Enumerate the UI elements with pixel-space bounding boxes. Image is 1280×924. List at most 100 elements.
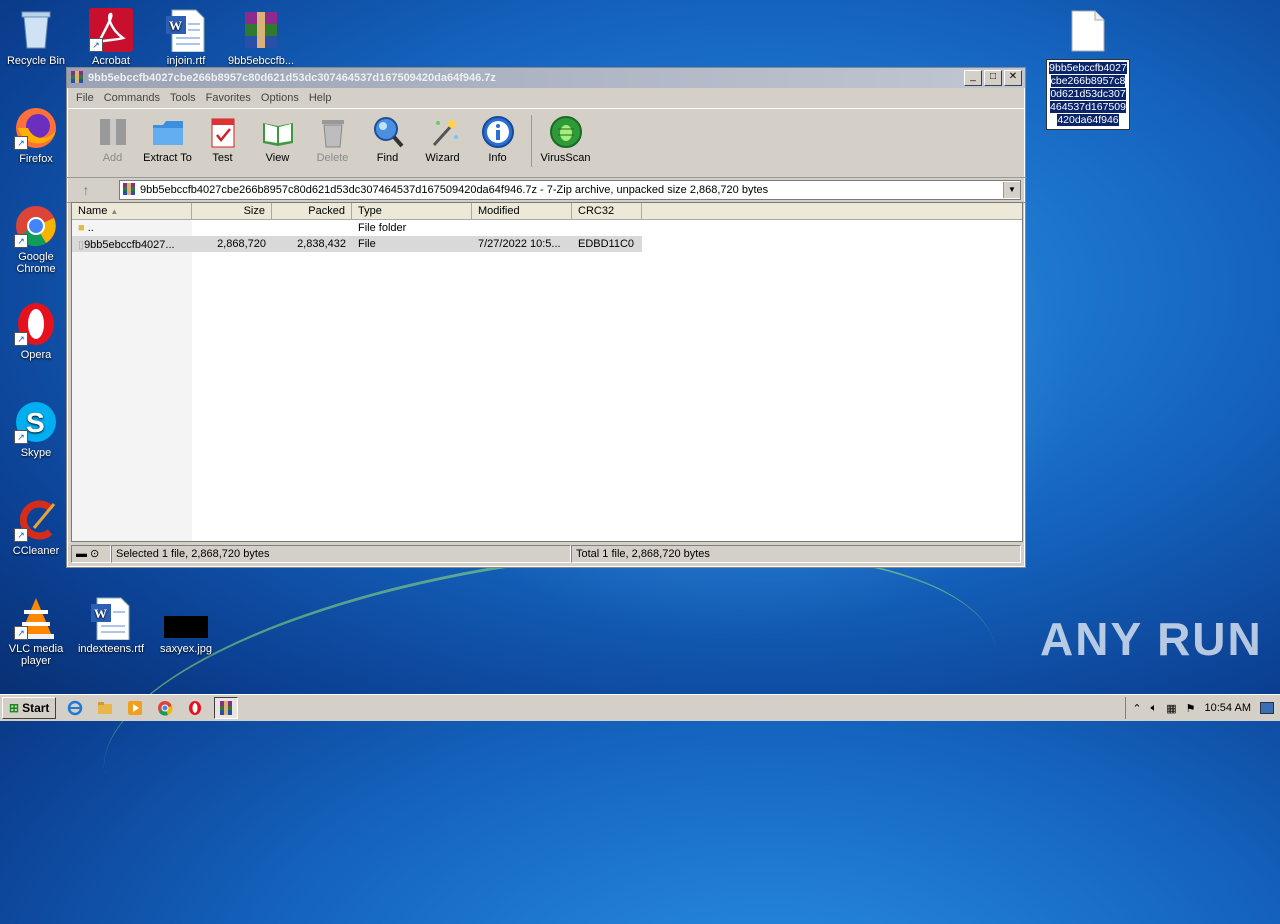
column-header-type[interactable]: Type [352, 203, 472, 219]
address-text: 9bb5ebccfb4027cbe266b8957c80d621d53dc307… [140, 184, 769, 196]
title-bar[interactable]: 9bb5ebccfb4027cbe266b8957c80d621d53dc307… [67, 68, 1025, 88]
menu-file[interactable]: File [76, 92, 94, 104]
desktop-icon-label: Acrobat [92, 55, 130, 67]
column-header-crc32[interactable]: CRC32 [572, 203, 642, 219]
toolbar-separator [531, 115, 532, 167]
menu-bar: File Commands Tools Favorites Options He… [67, 88, 1025, 108]
clock[interactable]: 10:54 AM [1205, 702, 1251, 714]
row-type: File [358, 238, 376, 250]
extract-to-button[interactable]: Extract To [140, 115, 195, 164]
name-column-background [72, 220, 192, 541]
list-header: Name ▲ Size Packed Type Modified CRC32 [72, 203, 1022, 220]
desktop-icon-acrobat[interactable]: ↗ Acrobat [75, 8, 147, 67]
table-row[interactable]: ■ .. File folder [72, 220, 1022, 236]
column-header-packed[interactable]: Packed [272, 203, 352, 219]
find-icon [371, 115, 405, 149]
view-icon [261, 115, 295, 149]
wizard-button[interactable]: Wizard [415, 115, 470, 164]
chevron-down-icon[interactable]: ▼ [1003, 182, 1020, 198]
file-list[interactable]: Name ▲ Size Packed Type Modified CRC32 ■… [71, 202, 1023, 542]
flag-icon[interactable]: ⚑ [1186, 702, 1196, 715]
media-player-icon[interactable] [124, 698, 146, 718]
windows-logo-icon: ⊞ [9, 701, 20, 715]
close-button[interactable]: ✕ [1004, 70, 1022, 86]
opera-icon[interactable] [184, 698, 206, 718]
tray-expand-icon[interactable]: ⌃ [1132, 702, 1141, 715]
menu-commands[interactable]: Commands [104, 92, 160, 104]
drive-icon[interactable]: ▬ ⊙ [71, 545, 111, 563]
skype-icon: S ↗ [14, 400, 58, 444]
desktop-icon-opera[interactable]: ↗ Opera [0, 302, 72, 361]
wizard-label: Wizard [425, 152, 460, 164]
shortcut-arrow-icon: ↗ [89, 38, 103, 52]
address-bar: ↑ 9bb5ebccfb4027cbe266b8957c80d621d53dc3… [67, 178, 1025, 203]
wizard-icon [426, 115, 460, 149]
column-header-modified[interactable]: Modified [472, 203, 572, 219]
desktop-icon-label: Google Chrome [16, 251, 56, 275]
winrar-taskbar-icon[interactable] [214, 697, 239, 719]
menu-favorites[interactable]: Favorites [206, 92, 251, 104]
show-desktop-icon[interactable] [1260, 702, 1274, 714]
column-header-name[interactable]: Name ▲ [72, 203, 192, 219]
find-label: Find [376, 152, 399, 164]
desktop-icon-label: VLC media player [8, 643, 64, 667]
up-folder-icon[interactable]: ↑ [71, 182, 101, 198]
internet-explorer-icon[interactable] [64, 698, 86, 718]
sort-ascending-icon: ▲ [110, 207, 119, 216]
volume-icon[interactable]: 🔈︎ [1151, 702, 1158, 715]
find-button[interactable]: Find [360, 115, 415, 164]
window-title: 9bb5ebccfb4027cbe266b8957c80d621d53dc307… [88, 72, 496, 84]
desktop-icon-recycle-bin[interactable]: Recycle Bin [0, 8, 72, 67]
virusscan-icon [549, 115, 583, 149]
column-header-size[interactable]: Size [192, 203, 272, 219]
desktop-icon-selected-file[interactable]: 9bb5ebccfb4027cbe266b8957c80d621d53dc307… [1046, 10, 1130, 130]
system-tray: ⌃ 🔈︎ ▦ ⚑ 10:54 AM [1125, 697, 1280, 719]
desktop-icon-label: Recycle Bin [6, 55, 66, 67]
network-icon[interactable]: ▦ [1166, 702, 1176, 715]
column-header-name-label: Name [78, 205, 108, 217]
start-button[interactable]: ⊞ Start [2, 697, 57, 719]
acrobat-icon: ↗ [89, 8, 133, 52]
desktop-icon-saxyex-jpg[interactable]: saxyex.jpg [150, 596, 222, 655]
opera-icon: ↗ [14, 302, 58, 346]
desktop-icon-indexteens-rtf[interactable]: W indexteens.rtf [75, 596, 147, 655]
desktop-icon-firefox[interactable]: ↗ Firefox [0, 106, 72, 165]
shortcut-arrow-icon: ↗ [14, 528, 28, 542]
winrar-window[interactable]: 9bb5ebccfb4027cbe266b8957c80d621d53dc307… [66, 67, 1026, 568]
add-button[interactable]: Add [85, 115, 140, 164]
menu-options[interactable]: Options [261, 92, 299, 104]
desktop-icon-google-chrome[interactable]: ↗ Google Chrome [0, 204, 72, 275]
delete-button[interactable]: Delete [305, 115, 360, 164]
desktop-icon-label: injoin.rtf [166, 55, 206, 67]
svg-text:W: W [94, 606, 107, 621]
file-icon [1046, 10, 1130, 55]
menu-help[interactable]: Help [309, 92, 332, 104]
winrar-archive-icon [239, 8, 283, 52]
desktop-icon-injoin-rtf[interactable]: W injoin.rtf [150, 8, 222, 67]
file-explorer-icon[interactable] [94, 698, 116, 718]
desktop-icon-label: Opera [20, 349, 52, 361]
desktop-icon-label: saxyex.jpg [160, 643, 212, 655]
row-size: 2,868,720 [217, 238, 266, 250]
desktop-icon-archive[interactable]: 9bb5ebccfb... [225, 8, 297, 67]
toolbar: Add Extract To Test View Delete Find Wiz… [67, 108, 1025, 178]
chrome-icon[interactable] [154, 698, 176, 718]
view-button[interactable]: View [250, 115, 305, 164]
desktop-icon-label: CCleaner [12, 545, 60, 557]
test-button[interactable]: Test [195, 115, 250, 164]
minimize-button[interactable]: _ [964, 70, 982, 86]
delete-icon [316, 115, 350, 149]
desktop-icon-label: Firefox [19, 153, 53, 165]
desktop-icon-skype[interactable]: S ↗ Skype [0, 400, 72, 459]
test-icon [206, 115, 240, 149]
row-packed: 2,838,432 [297, 238, 346, 250]
desktop-icon-ccleaner[interactable]: ↗ CCleaner [0, 498, 72, 557]
image-file-icon [164, 596, 210, 640]
desktop-icon-vlc[interactable]: ↗ VLC media player [0, 596, 72, 667]
info-button[interactable]: Info [470, 115, 525, 164]
table-row-selected[interactable]: ▯9bb5ebccfb4027... 2,868,720 2,838,432 F… [72, 236, 642, 252]
maximize-button[interactable]: □ [984, 70, 1002, 86]
virusscan-button[interactable]: VirusScan [538, 115, 593, 164]
address-field[interactable]: 9bb5ebccfb4027cbe266b8957c80d621d53dc307… [119, 180, 1021, 200]
menu-tools[interactable]: Tools [170, 92, 196, 104]
